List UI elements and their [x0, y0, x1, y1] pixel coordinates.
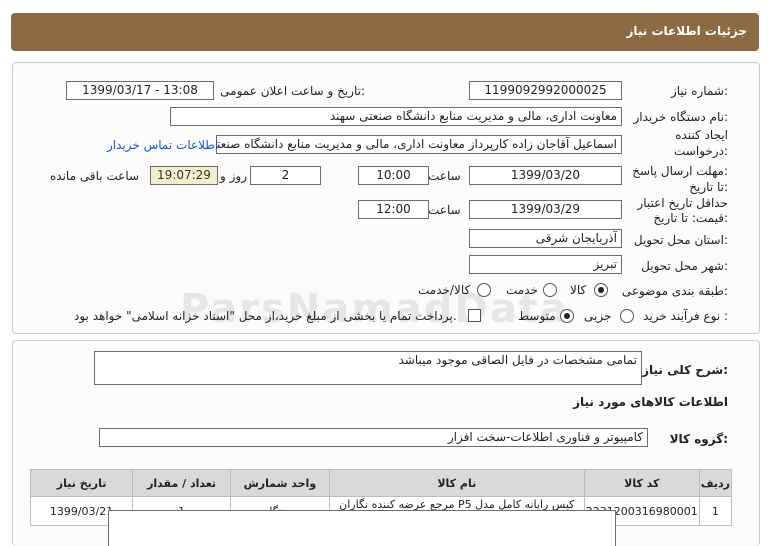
goods-group-field: کامپیوتر و فناوری اطلاعات-سخت افزار: [99, 428, 648, 447]
category-service-label: خدمت: [506, 283, 538, 297]
purchase-medium-radio[interactable]: [560, 309, 574, 323]
description-label: شرح کلی نیاز:: [642, 363, 728, 377]
page-header: جزئیات اطلاعات نیاز: [11, 13, 759, 51]
goods-table-header: ردیف کد کالا نام کالا واحد شمارش تعداد /…: [29, 469, 733, 497]
price-validity-time-label: ساعت: [428, 203, 461, 217]
page-title: جزئیات اطلاعات نیاز: [626, 24, 747, 38]
col-need-date: تاریخ نیاز: [29, 469, 134, 497]
col-goods-code: کد کالا: [583, 469, 700, 497]
purchase-minor-label: جزیی: [584, 309, 612, 323]
buyer-contact-link[interactable]: اطلاعات تماس خریدار: [107, 138, 218, 152]
cell-row-number: 1: [698, 496, 733, 526]
announce-date-label: تاریخ و ساعت اعلان عمومی:: [220, 84, 365, 98]
province-field: آذربایجان شرقی: [469, 229, 622, 248]
treasury-payment-checkbox[interactable]: [468, 309, 481, 322]
category-service-radio[interactable]: [543, 283, 557, 297]
purchase-type-label: نوع فرآیند خرید :: [643, 309, 728, 323]
category-goods-service-radio[interactable]: [477, 283, 491, 297]
city-field: تبریز: [469, 255, 622, 274]
col-goods-name: نام کالا: [328, 469, 585, 497]
requester-label-2: درخواست:: [674, 144, 728, 158]
reply-date-field: 1399/03/20: [469, 166, 622, 185]
need-number-field: 1199092992000025: [469, 81, 622, 100]
requester-label: ایجاد کننده: [675, 128, 728, 142]
category-label: طبقه بندی موضوعی:: [621, 284, 728, 298]
goods-section-title: اطلاعات کالاهای مورد نیاز: [573, 395, 728, 409]
col-unit: واحد شمارش: [230, 469, 330, 497]
reply-time-field: 10:00: [358, 166, 429, 185]
days-remaining-field: 2: [250, 166, 321, 185]
category-goods-service-label: کالا/خدمت: [418, 283, 471, 297]
price-validity-label: حداقل تاریخ اعتبار: [637, 196, 728, 210]
city-label: شهر محل تحویل:: [641, 259, 728, 273]
bottom-box: [108, 510, 616, 546]
buyer-org-field: معاونت اداری، مالی و مدیریت منابع دانشگا…: [170, 107, 622, 126]
province-label: استان محل تحویل:: [633, 233, 728, 247]
category-goods-label: کالا: [570, 283, 587, 297]
reply-time-label: ساعت: [428, 169, 461, 183]
time-remaining-field: 19:07:29: [150, 166, 218, 185]
requester-field: اسماعیل آقاجان زاده کارپرداز معاونت ادار…: [216, 135, 622, 154]
purchase-minor-radio[interactable]: [620, 309, 634, 323]
need-number-label: شماره نیاز:: [670, 84, 728, 98]
time-remaining-label: ساعت باقی مانده: [50, 169, 140, 183]
announce-date-field: 1399/03/17 - 13:08: [66, 81, 214, 100]
price-validity-time-field: 12:00: [358, 200, 429, 219]
treasury-payment-note: پرداخت تمام یا بخشی از مبلغ خرید،از محل …: [74, 309, 457, 323]
goods-group-label: گروه کالا:: [669, 432, 728, 446]
purchase-medium-label: متوسط: [518, 309, 556, 323]
category-goods-radio[interactable]: [594, 283, 608, 297]
days-label: روز و: [220, 169, 247, 183]
reply-deadline-label-2: تا تاریخ:: [689, 180, 728, 194]
col-quantity: تعداد / مقدار: [132, 469, 231, 497]
reply-deadline-label: مهلت ارسال پاسخ:: [632, 164, 728, 178]
description-field: تمامی مشخصات در فایل الصاقی موجود میباشد: [94, 351, 642, 385]
price-validity-label-2: قیمت: تا تاریخ:: [653, 211, 728, 225]
buyer-org-label: نام دستگاه خریدار:: [633, 110, 729, 124]
col-row-number: ردیف: [698, 469, 733, 497]
price-validity-date-field: 1399/03/29: [469, 200, 622, 219]
